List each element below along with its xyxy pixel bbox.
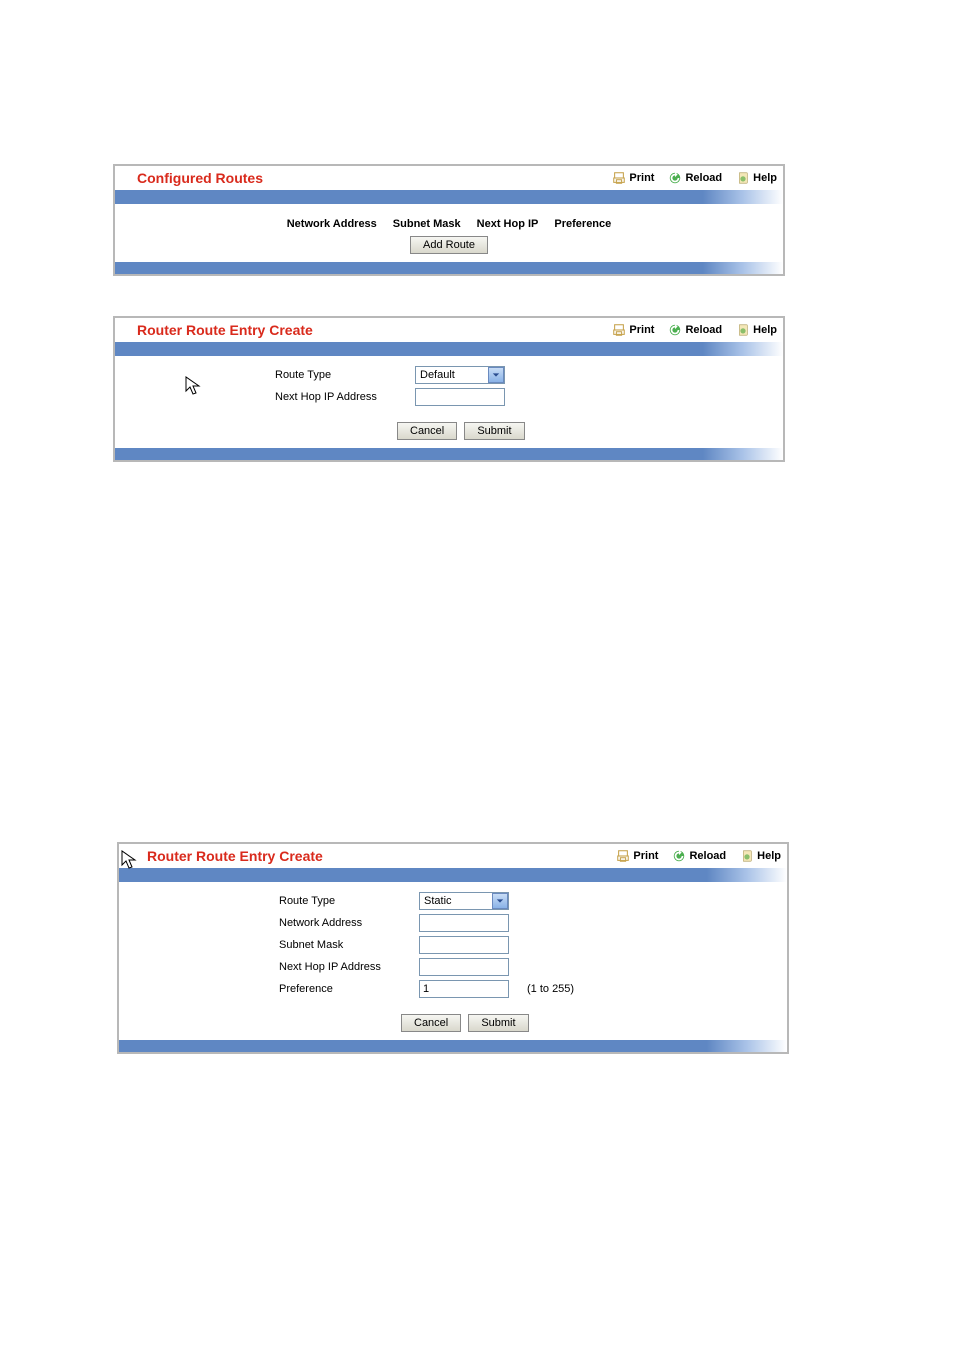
panel-header: Router Route Entry Create Print Reload H… — [119, 844, 787, 868]
route-type-select[interactable]: Default — [415, 366, 505, 384]
network-address-label: Network Address — [279, 917, 419, 929]
toolbar: Print Reload Help — [616, 849, 781, 863]
subnet-mask-row: Subnet Mask — [279, 936, 787, 954]
help-label: Help — [757, 850, 781, 862]
table-headers: Network Address Subnet Mask Next Hop IP … — [115, 214, 783, 230]
panel-body: Route Type Static Network Address — [119, 882, 787, 1040]
route-entry-create-default-panel: Router Route Entry Create Print Reload H… — [113, 316, 785, 462]
next-hop-input[interactable] — [419, 958, 509, 976]
route-type-value: Default — [416, 369, 488, 381]
preference-input[interactable] — [419, 980, 509, 998]
reload-icon — [668, 171, 682, 185]
help-label: Help — [753, 172, 777, 184]
print-button[interactable]: Print — [612, 323, 654, 337]
col-subnet-mask: Subnet Mask — [393, 218, 461, 230]
subnet-mask-label: Subnet Mask — [279, 939, 419, 951]
print-label: Print — [629, 324, 654, 336]
chevron-down-icon — [492, 893, 508, 909]
submit-button[interactable]: Submit — [468, 1014, 528, 1032]
button-row: Cancel Submit — [275, 410, 783, 440]
cursor-icon — [121, 850, 137, 873]
reload-label: Reload — [689, 850, 726, 862]
configured-routes-panel: Configured Routes Print Reload Help — [113, 164, 785, 276]
cancel-button[interactable]: Cancel — [397, 422, 457, 440]
network-address-row: Network Address — [279, 914, 787, 932]
print-label: Print — [629, 172, 654, 184]
chevron-down-icon — [488, 367, 504, 383]
help-icon — [736, 171, 750, 185]
reload-label: Reload — [685, 324, 722, 336]
preference-hint: (1 to 255) — [527, 983, 574, 995]
preference-row: Preference (1 to 255) — [279, 980, 787, 998]
toolbar: Print Reload Help — [612, 323, 777, 337]
help-button[interactable]: Help — [740, 849, 781, 863]
route-type-label: Route Type — [279, 895, 419, 907]
help-icon — [736, 323, 750, 337]
reload-button[interactable]: Reload — [672, 849, 726, 863]
print-icon — [612, 171, 626, 185]
button-row: Cancel Submit — [279, 1002, 787, 1032]
panel-header: Configured Routes Print Reload Help — [115, 166, 783, 190]
cancel-button[interactable]: Cancel — [401, 1014, 461, 1032]
divider-bar — [119, 868, 787, 882]
help-button[interactable]: Help — [736, 323, 777, 337]
col-next-hop-ip: Next Hop IP — [477, 218, 539, 230]
help-icon — [740, 849, 754, 863]
print-label: Print — [633, 850, 658, 862]
next-hop-row: Next Hop IP Address — [275, 388, 783, 406]
panel-body: Network Address Subnet Mask Next Hop IP … — [115, 204, 783, 262]
panel-title: Router Route Entry Create — [137, 322, 612, 338]
route-entry-create-static-panel: Router Route Entry Create Print Reload H… — [117, 842, 789, 1054]
col-network-address: Network Address — [287, 218, 377, 230]
panel-header: Router Route Entry Create Print Reload H… — [115, 318, 783, 342]
reload-icon — [668, 323, 682, 337]
panel-body: Route Type Default Next Hop IP Address — [115, 356, 783, 448]
add-route-button[interactable]: Add Route — [410, 236, 488, 254]
print-icon — [612, 323, 626, 337]
help-button[interactable]: Help — [736, 171, 777, 185]
divider-bar-bottom — [115, 448, 783, 460]
print-button[interactable]: Print — [612, 171, 654, 185]
reload-label: Reload — [685, 172, 722, 184]
route-type-row: Route Type Default — [275, 366, 783, 384]
panel-title: Configured Routes — [137, 170, 612, 186]
col-preference: Preference — [554, 218, 611, 230]
reload-button[interactable]: Reload — [668, 323, 722, 337]
next-hop-label: Next Hop IP Address — [275, 391, 415, 403]
add-route-row: Add Route — [115, 230, 783, 254]
route-type-label: Route Type — [275, 369, 415, 381]
divider-bar-bottom — [115, 262, 783, 274]
help-label: Help — [753, 324, 777, 336]
reload-icon — [672, 849, 686, 863]
cursor-icon — [185, 376, 201, 399]
next-hop-row: Next Hop IP Address — [279, 958, 787, 976]
divider-bar-bottom — [119, 1040, 787, 1052]
submit-button[interactable]: Submit — [464, 422, 524, 440]
divider-bar — [115, 342, 783, 356]
route-type-value: Static — [420, 895, 492, 907]
toolbar: Print Reload Help — [612, 171, 777, 185]
next-hop-input[interactable] — [415, 388, 505, 406]
panel-title: Router Route Entry Create — [147, 848, 616, 864]
next-hop-label: Next Hop IP Address — [279, 961, 419, 973]
subnet-mask-input[interactable] — [419, 936, 509, 954]
reload-button[interactable]: Reload — [668, 171, 722, 185]
divider-bar — [115, 190, 783, 204]
print-button[interactable]: Print — [616, 849, 658, 863]
preference-label: Preference — [279, 983, 419, 995]
route-type-row: Route Type Static — [279, 892, 787, 910]
network-address-input[interactable] — [419, 914, 509, 932]
route-type-select[interactable]: Static — [419, 892, 509, 910]
print-icon — [616, 849, 630, 863]
